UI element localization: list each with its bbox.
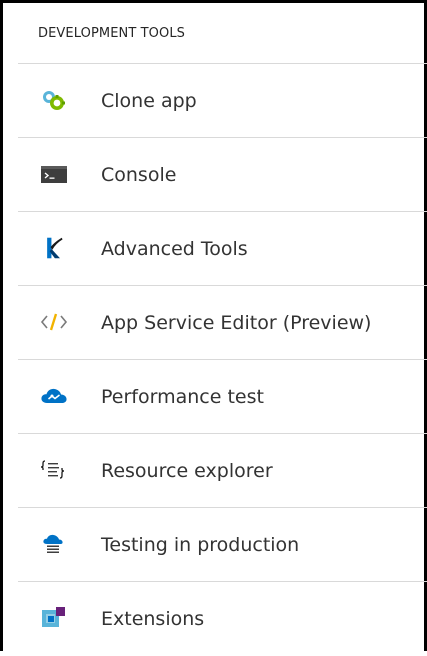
resource-explorer-icon	[40, 458, 68, 482]
menu-item-label: Advanced Tools	[101, 238, 248, 260]
menu-item-label: Clone app	[101, 90, 197, 112]
code-editor-icon	[40, 310, 68, 334]
window-frame: DEVELOPMENT TOOLS Clone app Console Adva…	[0, 0, 427, 651]
menu-item-label: Resource explorer	[101, 460, 273, 482]
menu-item-label: Extensions	[101, 608, 205, 630]
menu-item-extensions[interactable]: Extensions	[18, 582, 427, 656]
development-tools-panel: DEVELOPMENT TOOLS Clone app Console Adva…	[18, 3, 427, 654]
menu-item-label: Console	[101, 164, 177, 186]
menu-item-console[interactable]: Console	[18, 138, 427, 212]
menu-item-testing-in-production[interactable]: Testing in production	[18, 508, 427, 582]
menu-item-label: App Service Editor (Preview)	[101, 312, 372, 334]
menu-item-resource-explorer[interactable]: Resource explorer	[18, 434, 427, 508]
console-icon	[40, 162, 68, 186]
testing-in-production-icon	[40, 532, 68, 556]
extensions-icon	[40, 606, 68, 630]
clone-app-icon	[40, 88, 68, 112]
section-header: DEVELOPMENT TOOLS	[18, 5, 427, 64]
cloud-icon	[40, 384, 68, 408]
menu-item-clone-app[interactable]: Clone app	[18, 64, 427, 138]
menu-item-app-service-editor[interactable]: App Service Editor (Preview)	[18, 286, 427, 360]
menu-item-label: Testing in production	[101, 534, 300, 556]
menu-item-label: Performance test	[101, 386, 264, 408]
menu-item-advanced-tools[interactable]: Advanced Tools	[18, 212, 427, 286]
menu-item-performance-test[interactable]: Performance test	[18, 360, 427, 434]
kudu-icon	[40, 236, 68, 260]
